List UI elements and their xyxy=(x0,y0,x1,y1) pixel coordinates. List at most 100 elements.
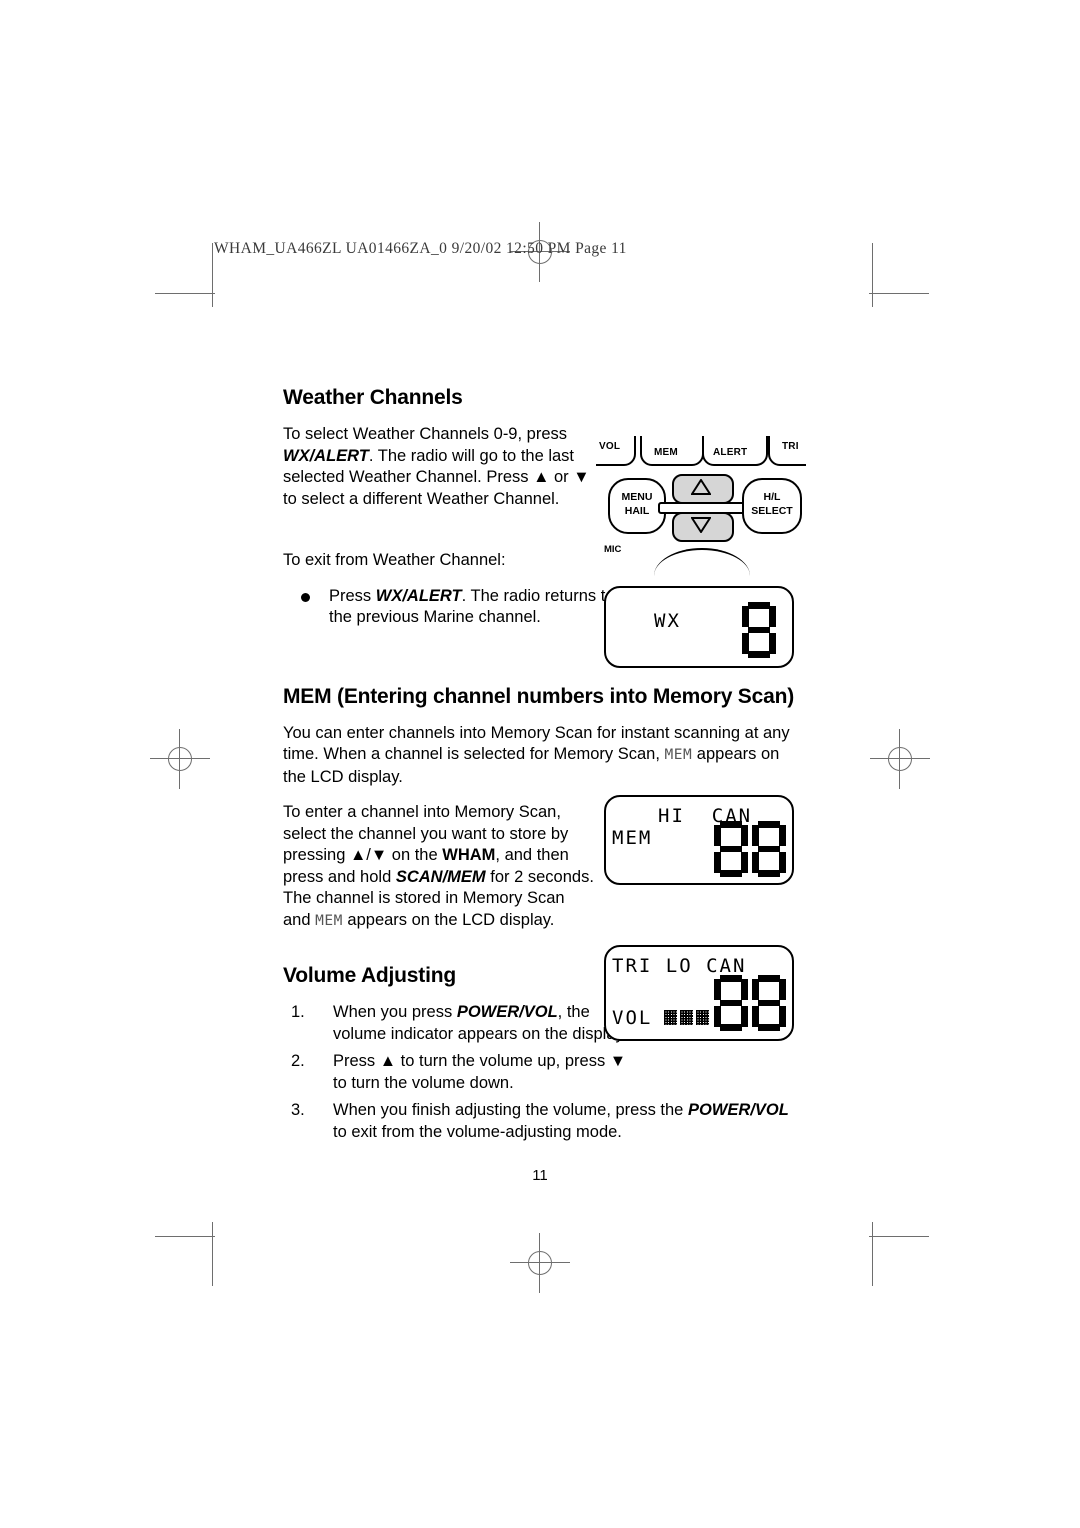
segment-b xyxy=(741,979,748,1000)
segment-d xyxy=(748,651,770,658)
step-number: 3. xyxy=(291,1101,305,1119)
mem-lcd-word-1: MEM xyxy=(664,747,693,763)
crop-mark-bottom-left-vertical xyxy=(212,1222,213,1286)
keypad-label-mic: MIC xyxy=(604,544,622,555)
segment-a xyxy=(758,821,780,828)
segment-a xyxy=(748,602,770,609)
weather-exit-lead-in: To exit from Weather Channel: xyxy=(283,551,506,569)
crop-mark-top-left-vertical xyxy=(212,243,213,307)
list-item: Press WX/ALERT. The radio returns to the… xyxy=(283,586,641,629)
segment-d xyxy=(720,870,742,877)
weather-intro-text-1: To select Weather Channels 0-9, press xyxy=(283,425,568,443)
registration-mark-bottom-center xyxy=(510,1233,570,1293)
segment-b xyxy=(769,606,776,627)
page-number-footer: 11 xyxy=(532,1167,548,1184)
list-item: 3. When you finish adjusting the volume, … xyxy=(283,1100,803,1143)
crop-mark-bottom-right-vertical xyxy=(872,1222,873,1286)
crop-mark-bottom-left-horizontal xyxy=(155,1236,215,1237)
segment-e xyxy=(752,852,759,873)
step-number: 1. xyxy=(291,1003,305,1021)
step-text-1: When you press xyxy=(333,1003,457,1021)
step-text-2: to exit from the volume-adjusting mode. xyxy=(333,1122,622,1141)
segment-f xyxy=(752,979,759,1000)
keypad-label-vol: VOL xyxy=(599,441,621,452)
volume-bar-segment xyxy=(664,1010,677,1025)
segment-c xyxy=(779,1006,786,1027)
segment-c xyxy=(741,1006,748,1027)
volume-bar-segment xyxy=(680,1010,693,1025)
segment-f xyxy=(714,979,721,1000)
mem-paragraph-1: You can enter channels into Memory Scan … xyxy=(283,723,803,789)
keypad-label-alert: ALERT xyxy=(713,447,748,458)
keypad-mic-grill-curve xyxy=(654,548,750,576)
power-vol-emphasis-2: POWER/VOL xyxy=(687,1101,789,1119)
segment-c xyxy=(779,852,786,873)
segment-g xyxy=(758,1000,780,1006)
wham-emphasis: WHAM xyxy=(442,846,496,864)
keypad-label-tri: TRI xyxy=(782,441,799,452)
keypad-label-menu: MENU xyxy=(621,491,653,503)
keypad-label-hl: H/L xyxy=(763,491,781,503)
segment-b xyxy=(741,825,748,846)
lcd-mem-digit-1 xyxy=(714,821,748,877)
lcd-mem-digit-2 xyxy=(752,821,786,877)
lcd-volume-top-text: TRI LO CAN xyxy=(612,955,747,977)
segment-b xyxy=(779,825,786,846)
scan-mem-emphasis: SCAN/MEM xyxy=(395,867,486,886)
up-arrow-icon xyxy=(690,478,712,500)
segment-d xyxy=(720,1024,742,1031)
bullet-text-1: Press xyxy=(329,586,376,605)
keypad-top-key-row xyxy=(596,436,806,470)
list-item: 1. When you press POWER/VOL, the volume i… xyxy=(283,1002,633,1045)
keypad-label-mem: MEM xyxy=(654,447,678,458)
lcd-display-mem: HI CAN MEM xyxy=(604,795,794,885)
keypad-key-hl-select[interactable]: H/L SELECT xyxy=(742,478,802,534)
down-arrow-icon xyxy=(690,517,712,538)
lcd-wx-digit-1 xyxy=(742,602,776,658)
weather-channels-heading: Weather Channels xyxy=(283,386,463,409)
weather-intro-paragraph: To select Weather Channels 0-9, press WX… xyxy=(283,424,595,510)
segment-f xyxy=(714,825,721,846)
lcd-volume-level-bars xyxy=(664,1010,709,1025)
wx-alert-emphasis-2: WX/ALERT xyxy=(375,586,462,605)
segment-f xyxy=(742,606,749,627)
lcd-display-wx: WX xyxy=(604,586,794,668)
registration-mark-right-middle xyxy=(870,729,930,789)
keypad-label-select: SELECT xyxy=(751,505,793,517)
segment-g xyxy=(748,627,770,633)
registration-circle xyxy=(528,1251,552,1275)
volume-bar-segment xyxy=(696,1010,709,1025)
step-text-1: When you finish adjusting the volume, pr… xyxy=(333,1101,688,1119)
mem-p2-text-4: appears on the LCD display. xyxy=(342,910,555,929)
segment-g xyxy=(720,1000,742,1006)
bullet-dot-icon xyxy=(301,592,310,602)
up-arrow-svg xyxy=(690,478,712,495)
segment-d xyxy=(758,870,780,877)
registration-circle xyxy=(168,747,192,771)
mem-paragraph-2: To enter a channel into Memory Scan, sel… xyxy=(283,802,595,932)
segment-e xyxy=(714,1006,721,1027)
lcd-volume-bottom-text: VOL xyxy=(612,1007,653,1029)
registration-circle xyxy=(888,747,912,771)
segment-d xyxy=(758,1024,780,1031)
crop-mark-top-left-horizontal xyxy=(155,293,215,294)
crop-mark-top-right-horizontal xyxy=(869,293,929,294)
lcd-volume-digit-1 xyxy=(714,975,748,1031)
segment-a xyxy=(720,975,742,982)
segment-e xyxy=(714,852,721,873)
segment-g xyxy=(720,846,742,852)
segment-b xyxy=(779,979,786,1000)
registration-mark-left-middle xyxy=(150,729,210,789)
lcd-display-volume: TRI LO CAN VOL xyxy=(604,945,794,1041)
step-number: 2. xyxy=(291,1052,305,1070)
crop-mark-bottom-right-horizontal xyxy=(869,1236,929,1237)
keypad-label-hail: HAIL xyxy=(624,505,650,517)
segment-g xyxy=(758,846,780,852)
segment-a xyxy=(720,821,742,828)
radio-keypad-illustration: VOL MEM ALERT TRI MENU HAIL H/L SELECT M… xyxy=(596,436,806,562)
mem-lcd-word-2: MEM xyxy=(315,912,343,929)
crop-mark-top-right-vertical xyxy=(872,243,873,307)
segment-f xyxy=(752,825,759,846)
lcd-mem-left-text: MEM xyxy=(612,827,653,849)
down-arrow-svg xyxy=(690,517,712,534)
